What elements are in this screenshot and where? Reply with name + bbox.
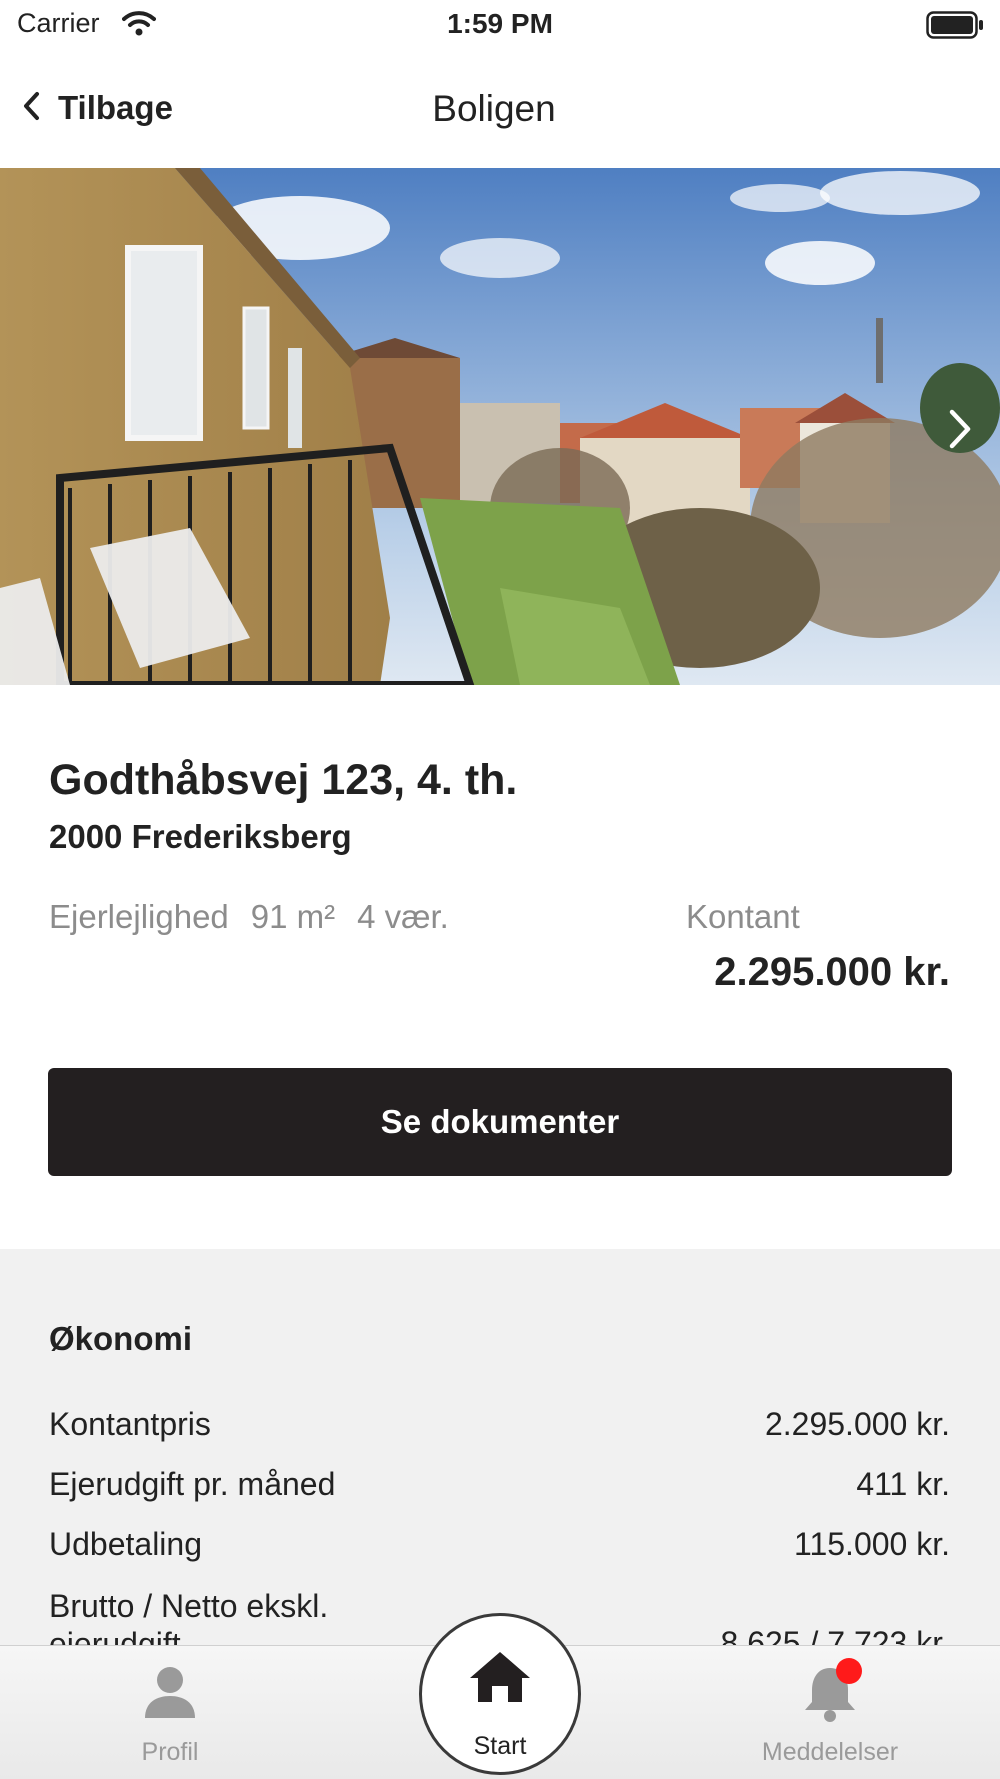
economy-row-value: 411 kr. — [856, 1466, 950, 1502]
tab-profile[interactable]: Profil — [90, 1646, 250, 1779]
home-icon — [468, 1650, 532, 1709]
status-time: 1:59 PM — [447, 8, 553, 39]
price-label: Kontant — [686, 898, 800, 935]
property-rooms: 4 vær. — [357, 898, 449, 935]
see-documents-button[interactable]: Se dokumenter — [48, 1068, 952, 1176]
page-title: Boligen — [432, 88, 556, 129]
person-icon — [143, 1664, 197, 1725]
tab-start[interactable]: Start — [419, 1613, 581, 1775]
economy-row-label: Kontantpris — [49, 1406, 211, 1442]
tab-notifications[interactable]: Meddelelser — [740, 1646, 920, 1779]
property-type: Ejerlejlighed — [49, 898, 229, 935]
economy-row-label: Udbetaling — [49, 1526, 202, 1562]
price-value: 2.295.000 kr. — [714, 950, 950, 994]
property-photo[interactable] — [0, 168, 1000, 685]
economy-row-value: 115.000 kr. — [794, 1526, 950, 1562]
navigation-bar: Tilbage Boligen — [0, 50, 1000, 168]
property-specs: Ejerlejlighed 91 m² 4 vær. — [49, 898, 449, 936]
economy-row-label: Ejerudgift pr. måned — [49, 1466, 336, 1502]
property-postal: 2000 Frederiksberg — [49, 818, 352, 855]
economy-title: Økonomi — [49, 1320, 193, 1357]
property-address: Godthåbsvej 123, 4. th. — [49, 756, 518, 804]
status-bar: Carrier 1:59 PM — [0, 0, 1000, 50]
battery-icon — [926, 11, 984, 44]
property-area: 91 m² — [250, 898, 336, 935]
economy-row-value: 2.295.000 kr. — [764, 1406, 950, 1442]
tab-notifications-label: Meddelelser — [761, 1738, 899, 1766]
next-photo-chevron-icon[interactable] — [942, 404, 978, 454]
tab-profile-label: Profil — [141, 1738, 199, 1766]
notification-badge — [836, 1658, 862, 1684]
tab-start-label: Start — [473, 1732, 527, 1760]
